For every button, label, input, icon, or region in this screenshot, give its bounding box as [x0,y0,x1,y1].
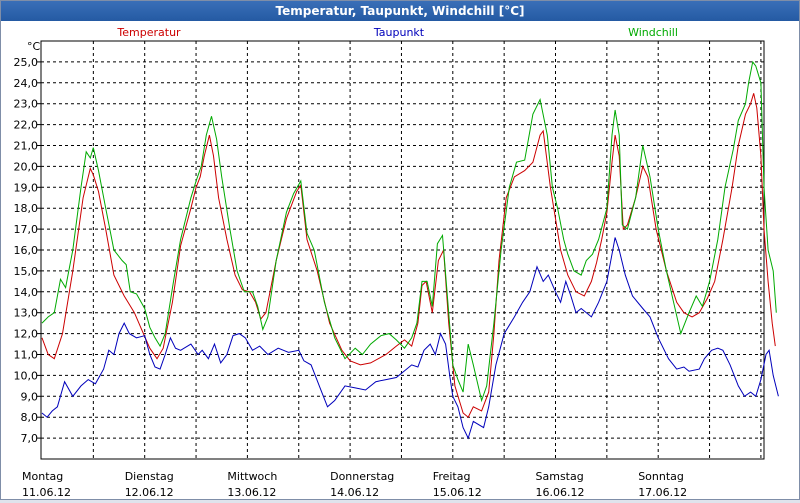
y-tick-label: 25,0 [14,56,39,69]
x-date-label: 12.06.12 [125,486,174,499]
y-tick-label: 19,0 [14,181,39,194]
y-tick-label: 22,0 [14,119,39,132]
temperature-chart: 7,0 8,0 9,0 10,0 11,0 12,0 13,0 14,0 15,0 16,0 17,… [14,26,779,499]
y-tick-label: 16,0 [14,244,39,257]
y-tick-label: 11,0 [14,349,39,362]
y-tick-label: 9,0 [21,390,39,403]
y-tick-label: 20,0 [14,160,39,173]
window-title: Temperatur, Taupunkt, Windchill [°C] [1,1,799,21]
y-tick-label: 15,0 [14,265,39,278]
y-tick-label: 13,0 [14,307,39,320]
legend-entry-temperatur: Temperatur [116,26,181,39]
x-date-label: 13.06.12 [227,486,276,499]
y-tick-label: 17,0 [14,223,39,236]
y-tick-label: 21,0 [14,140,39,153]
x-day-label: Donnerstag [330,470,394,483]
y-tick-label: 7,0 [21,432,39,445]
y-tick-label: 23,0 [14,98,39,111]
x-axis-labels: Montag 11.06.12 Dienstag 12.06.12 Mittwoch 13… [22,470,687,499]
y-tick-label: 24,0 [14,77,39,90]
x-date-label: 14.06.12 [330,486,379,499]
grid-lines [41,41,764,459]
x-day-label: Samstag [536,470,584,483]
y-tick-label: 18,0 [14,202,39,215]
x-date-label: 15.06.12 [433,486,482,499]
x-date-label: 11.06.12 [22,486,71,499]
y-tick-label: 10,0 [14,369,39,382]
x-date-label: 17.06.12 [638,486,687,499]
x-day-label: Dienstag [125,470,174,483]
legend-entry-windchill: Windchill [628,26,678,39]
legend: Temperatur Taupunkt Windchill [116,26,678,39]
chart-area: 7,0 8,0 9,0 10,0 11,0 12,0 13,0 14,0 15,0 16,0 17,… [1,22,799,499]
x-date-label: 16.06.12 [536,486,585,499]
x-day-label: Freitag [433,470,471,483]
x-day-label: Mittwoch [227,470,277,483]
y-axis-unit-label: °C [27,40,41,53]
y-tick-label: 8,0 [21,411,39,424]
legend-entry-taupunkt: Taupunkt [373,26,425,39]
x-day-label: Montag [22,470,63,483]
x-day-label: Sonntag [638,470,684,483]
y-axis-ticks: 7,0 8,0 9,0 10,0 11,0 12,0 13,0 14,0 15,0 16,0 17,… [14,56,41,445]
y-tick-label: 12,0 [14,328,39,341]
chart-window: Temperatur, Taupunkt, Windchill [°C] 7,0… [0,0,800,500]
y-tick-label: 14,0 [14,286,39,299]
